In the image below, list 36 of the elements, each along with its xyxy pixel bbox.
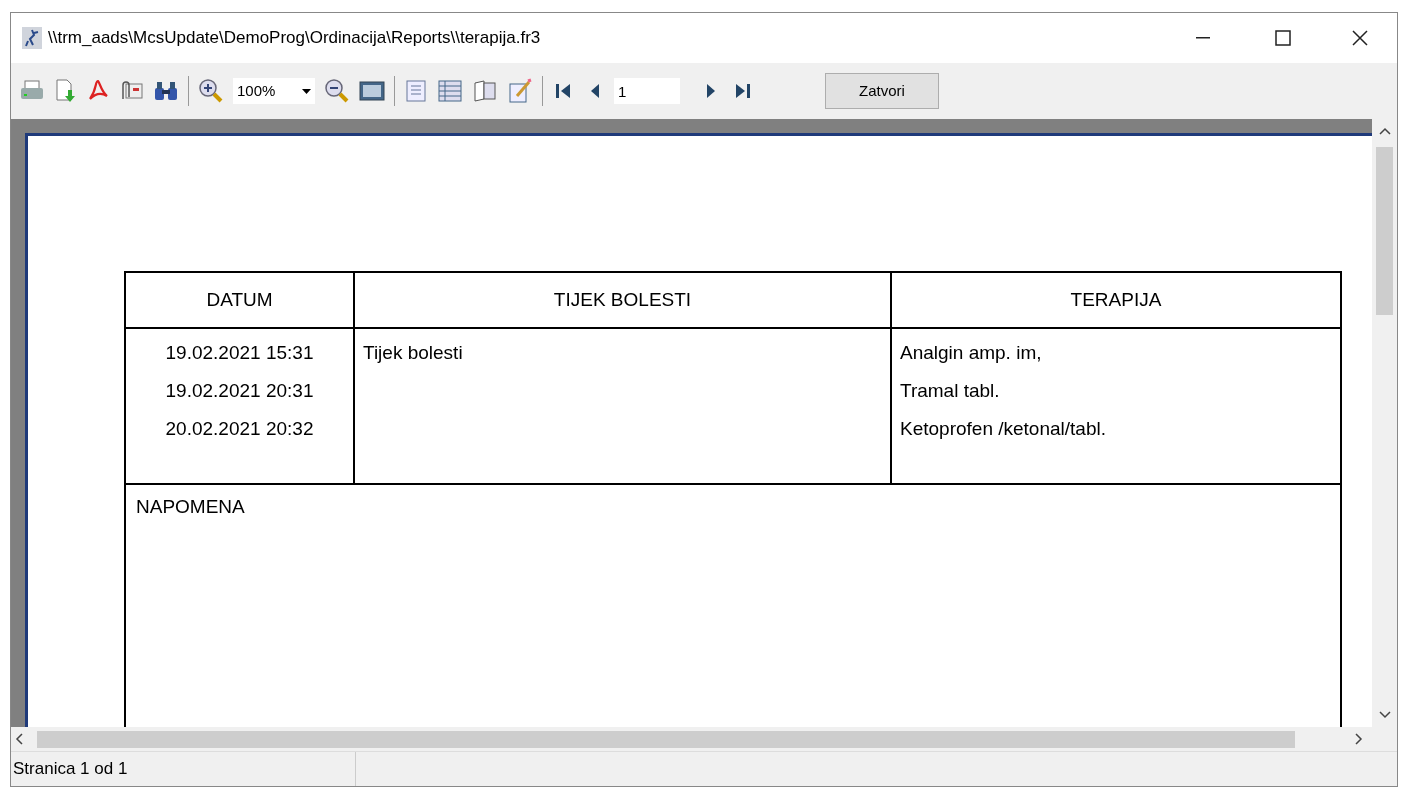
zoom-out-icon[interactable]: [324, 78, 350, 104]
minimize-icon: [1196, 37, 1210, 39]
scroll-up-icon[interactable]: [1378, 127, 1391, 135]
full-screen-icon[interactable]: [359, 80, 385, 102]
cell-text: 19.02.2021 20:31: [165, 379, 314, 403]
page-field[interactable]: 1: [614, 78, 680, 104]
scroll-left-icon[interactable]: [15, 733, 23, 745]
caret-icon: [302, 88, 311, 94]
zoom-in-icon[interactable]: [198, 78, 224, 104]
column-header: TIJEK BOLESTI: [355, 273, 892, 327]
cell-text: Tramal tabl.: [900, 379, 1001, 403]
app-icon: [22, 27, 42, 49]
scrollbar-thumb[interactable]: [1376, 147, 1393, 315]
scroll-down-icon[interactable]: [1378, 711, 1391, 719]
scrollbar-thumb[interactable]: [37, 730, 1295, 748]
horizontal-scrollbar[interactable]: [11, 727, 1397, 751]
cell-text: Tijek bolesti: [363, 341, 464, 365]
cell-text: Ketoprofen /ketonal/tabl.: [900, 417, 1107, 441]
cell-text: 20.02.2021 20:32: [165, 417, 314, 441]
cell-text: Analgin amp. im,: [900, 341, 1043, 365]
column-header: TERAPIJA: [1069, 287, 1163, 312]
close-icon: [1352, 30, 1368, 46]
cell-text: 19.02.2021 15:31: [165, 341, 314, 365]
note-label: NAPOMENA: [136, 496, 245, 517]
list-icon[interactable]: [437, 79, 463, 103]
window-title: \\trm_aads\McsUpdate\DemoProg\Ordinacija\Reports\\terapija.fr3: [48, 27, 541, 50]
book-icon[interactable]: [472, 79, 498, 103]
scroll-right-icon[interactable]: [1355, 733, 1363, 745]
close-preview-button[interactable]: Zatvori: [825, 73, 939, 109]
maximize-icon: [1275, 30, 1291, 46]
export-icon[interactable]: [54, 78, 78, 104]
status-text: Stranica 1 od 1: [13, 758, 128, 781]
find-icon[interactable]: [153, 80, 179, 102]
column-header: DATUM: [126, 273, 355, 327]
pdf-icon[interactable]: [87, 79, 109, 103]
zoom-dropdown[interactable]: 100%: [233, 78, 315, 104]
